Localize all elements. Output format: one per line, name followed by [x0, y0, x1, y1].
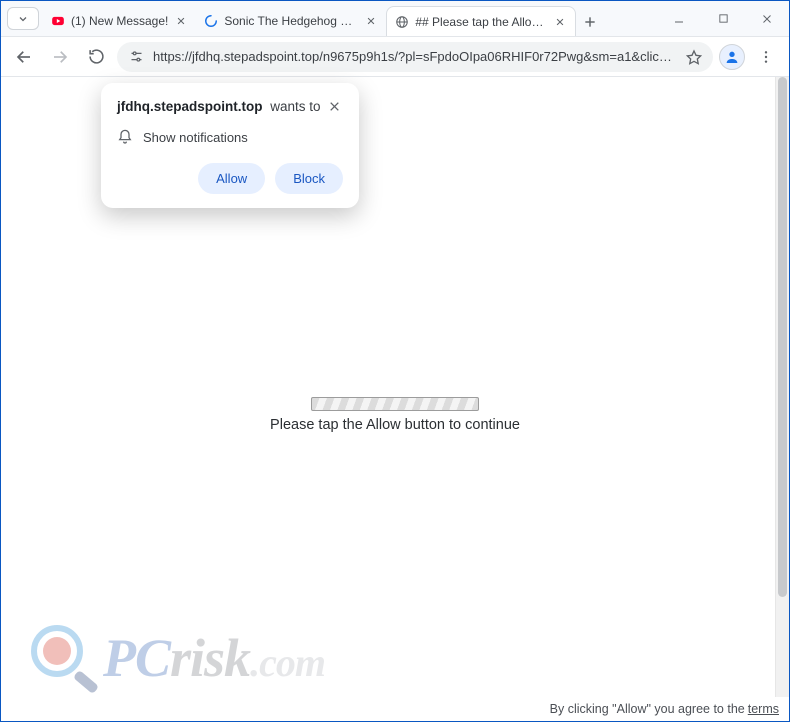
close-icon: [761, 13, 773, 25]
fake-progress-bar: [311, 397, 479, 411]
close-icon: [328, 100, 341, 113]
toolbar: https://jfdhq.stepadspoint.top/n9675p9h1…: [1, 37, 789, 77]
tab-search-dropdown[interactable]: [7, 7, 39, 30]
bell-icon: [117, 129, 133, 145]
close-icon[interactable]: [174, 14, 188, 28]
tab-title: (1) New Message!: [71, 14, 168, 28]
tab-title: ## Please tap the Allow button: [415, 15, 547, 29]
spinner-icon: [204, 14, 218, 28]
watermark-risk: risk: [170, 628, 250, 688]
star-icon: [686, 49, 702, 65]
close-icon[interactable]: [364, 14, 378, 28]
tab-strip: (1) New Message! Sonic The Hedgehog 3 (2…: [43, 1, 657, 36]
permission-prompt: jfdhq.stepadspoint.top wants to Show not…: [101, 83, 359, 208]
bookmark-button[interactable]: [683, 46, 705, 68]
tune-icon: [129, 49, 144, 64]
block-button[interactable]: Block: [275, 163, 343, 194]
maximize-icon: [718, 13, 729, 24]
footer-text: By clicking "Allow" you agree to the: [550, 702, 745, 716]
forward-button[interactable]: [45, 42, 75, 72]
center-instruction-text: Please tap the Allow button to continue: [270, 417, 520, 433]
tab-new-message[interactable]: (1) New Message!: [43, 6, 196, 36]
allow-button[interactable]: Allow: [198, 163, 265, 194]
permission-site: jfdhq.stepadspoint.top: [117, 99, 262, 114]
tab-title: Sonic The Hedgehog 3 (2024).m: [224, 14, 358, 28]
reload-button[interactable]: [81, 42, 111, 72]
reload-icon: [88, 48, 105, 65]
close-icon[interactable]: [553, 15, 567, 29]
chevron-down-icon: [17, 13, 29, 25]
watermark-logo: PCrisk.com: [31, 625, 325, 691]
new-tab-button[interactable]: [576, 8, 604, 36]
watermark-pc: PC: [103, 628, 170, 688]
tab-sonic[interactable]: Sonic The Hedgehog 3 (2024).m: [196, 6, 386, 36]
page-viewport: jfdhq.stepadspoint.top wants to Show not…: [1, 77, 789, 721]
plus-icon: [583, 15, 597, 29]
minimize-button[interactable]: [657, 1, 701, 37]
permission-close-button[interactable]: [325, 97, 343, 115]
titlebar: (1) New Message! Sonic The Hedgehog 3 (2…: [1, 1, 789, 37]
minimize-icon: [673, 13, 685, 25]
profile-button[interactable]: [719, 44, 745, 70]
watermark-com: .com: [250, 640, 325, 685]
arrow-left-icon: [15, 48, 33, 66]
window-controls: [657, 1, 789, 36]
center-content: Please tap the Allow button to continue: [1, 397, 789, 433]
close-window-button[interactable]: [745, 1, 789, 37]
footer-bar: By clicking "Allow" you agree to the ter…: [1, 697, 789, 721]
tab-allow-prompt[interactable]: ## Please tap the Allow button: [386, 6, 576, 36]
scrollbar-thumb[interactable]: [778, 77, 787, 597]
site-settings-chip[interactable]: [125, 46, 147, 68]
permission-item-label: Show notifications: [143, 130, 248, 145]
url-text: https://jfdhq.stepadspoint.top/n9675p9h1…: [153, 49, 677, 64]
permission-origin: jfdhq.stepadspoint.top wants to: [117, 99, 321, 114]
youtube-icon: [51, 14, 65, 28]
kebab-icon: [758, 49, 774, 65]
browser-window: (1) New Message! Sonic The Hedgehog 3 (2…: [0, 0, 790, 722]
globe-icon: [395, 15, 409, 29]
permission-wants-text: wants to: [270, 99, 320, 114]
maximize-button[interactable]: [701, 1, 745, 37]
menu-button[interactable]: [751, 42, 781, 72]
terms-link[interactable]: terms: [748, 702, 779, 716]
arrow-right-icon: [51, 48, 69, 66]
person-icon: [724, 49, 740, 65]
address-bar[interactable]: https://jfdhq.stepadspoint.top/n9675p9h1…: [117, 42, 713, 72]
back-button[interactable]: [9, 42, 39, 72]
magnifier-icon: [31, 625, 97, 691]
